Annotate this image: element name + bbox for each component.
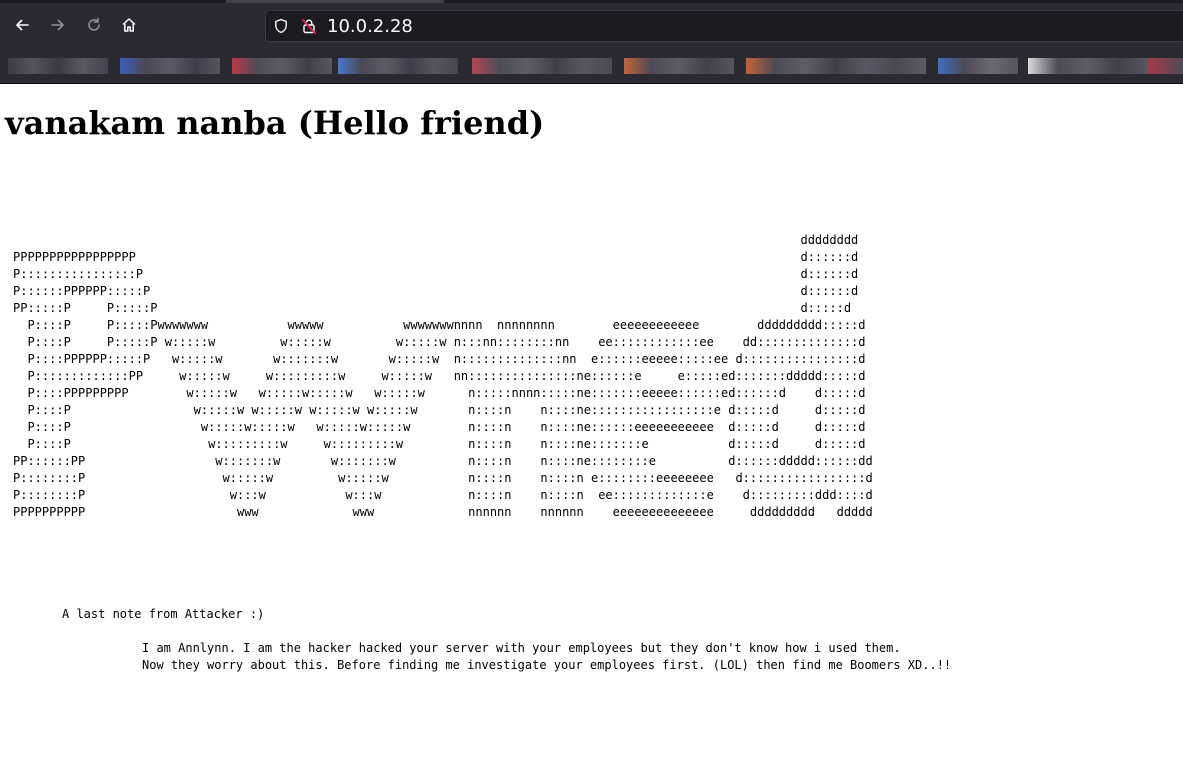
attacker-message: I am Annlynn. I am the hacker hacked you… <box>142 640 951 674</box>
bookmark-item[interactable] <box>472 58 612 74</box>
message-line-1: I am Annlynn. I am the hacker hacked you… <box>142 641 901 655</box>
forward-button[interactable] <box>46 13 70 37</box>
reload-icon <box>88 17 100 31</box>
navigation-toolbar: 10.0.2.28 <box>0 3 1183 48</box>
bookmark-item[interactable] <box>8 58 108 74</box>
bookmark-item[interactable] <box>624 58 734 74</box>
ascii-art-banner: dddddddd PPPPPPPPPPPPPPPPP d::::::d P:::… <box>13 233 873 519</box>
bookmark-item[interactable] <box>1148 58 1183 74</box>
bookmark-item[interactable] <box>938 58 1018 74</box>
bookmark-item[interactable] <box>338 58 458 74</box>
attacker-note-title: A last note from Attacker :) <box>62 607 265 621</box>
arrow-left-icon <box>16 19 29 31</box>
bookmark-item[interactable] <box>232 58 332 74</box>
url-text[interactable]: 10.0.2.28 <box>327 16 413 38</box>
address-bar[interactable]: 10.0.2.28 <box>265 10 1183 42</box>
bookmark-item[interactable] <box>120 58 220 74</box>
insecure-lock-icon[interactable] <box>300 17 318 35</box>
page-heading: vanakam nanba (Hello friend) <box>5 104 545 142</box>
shield-icon[interactable] <box>272 17 290 35</box>
bookmarks-toolbar <box>0 48 1183 83</box>
toolbar-divider <box>0 83 1183 84</box>
arrow-right-icon <box>51 19 64 31</box>
reload-button[interactable] <box>82 13 106 37</box>
bookmark-item[interactable] <box>746 58 926 74</box>
back-button[interactable] <box>10 13 34 37</box>
home-button[interactable] <box>117 13 141 37</box>
message-line-2: Now they worry about this. Before findin… <box>142 658 952 672</box>
bookmark-item[interactable] <box>1028 58 1148 74</box>
home-icon <box>122 18 136 32</box>
